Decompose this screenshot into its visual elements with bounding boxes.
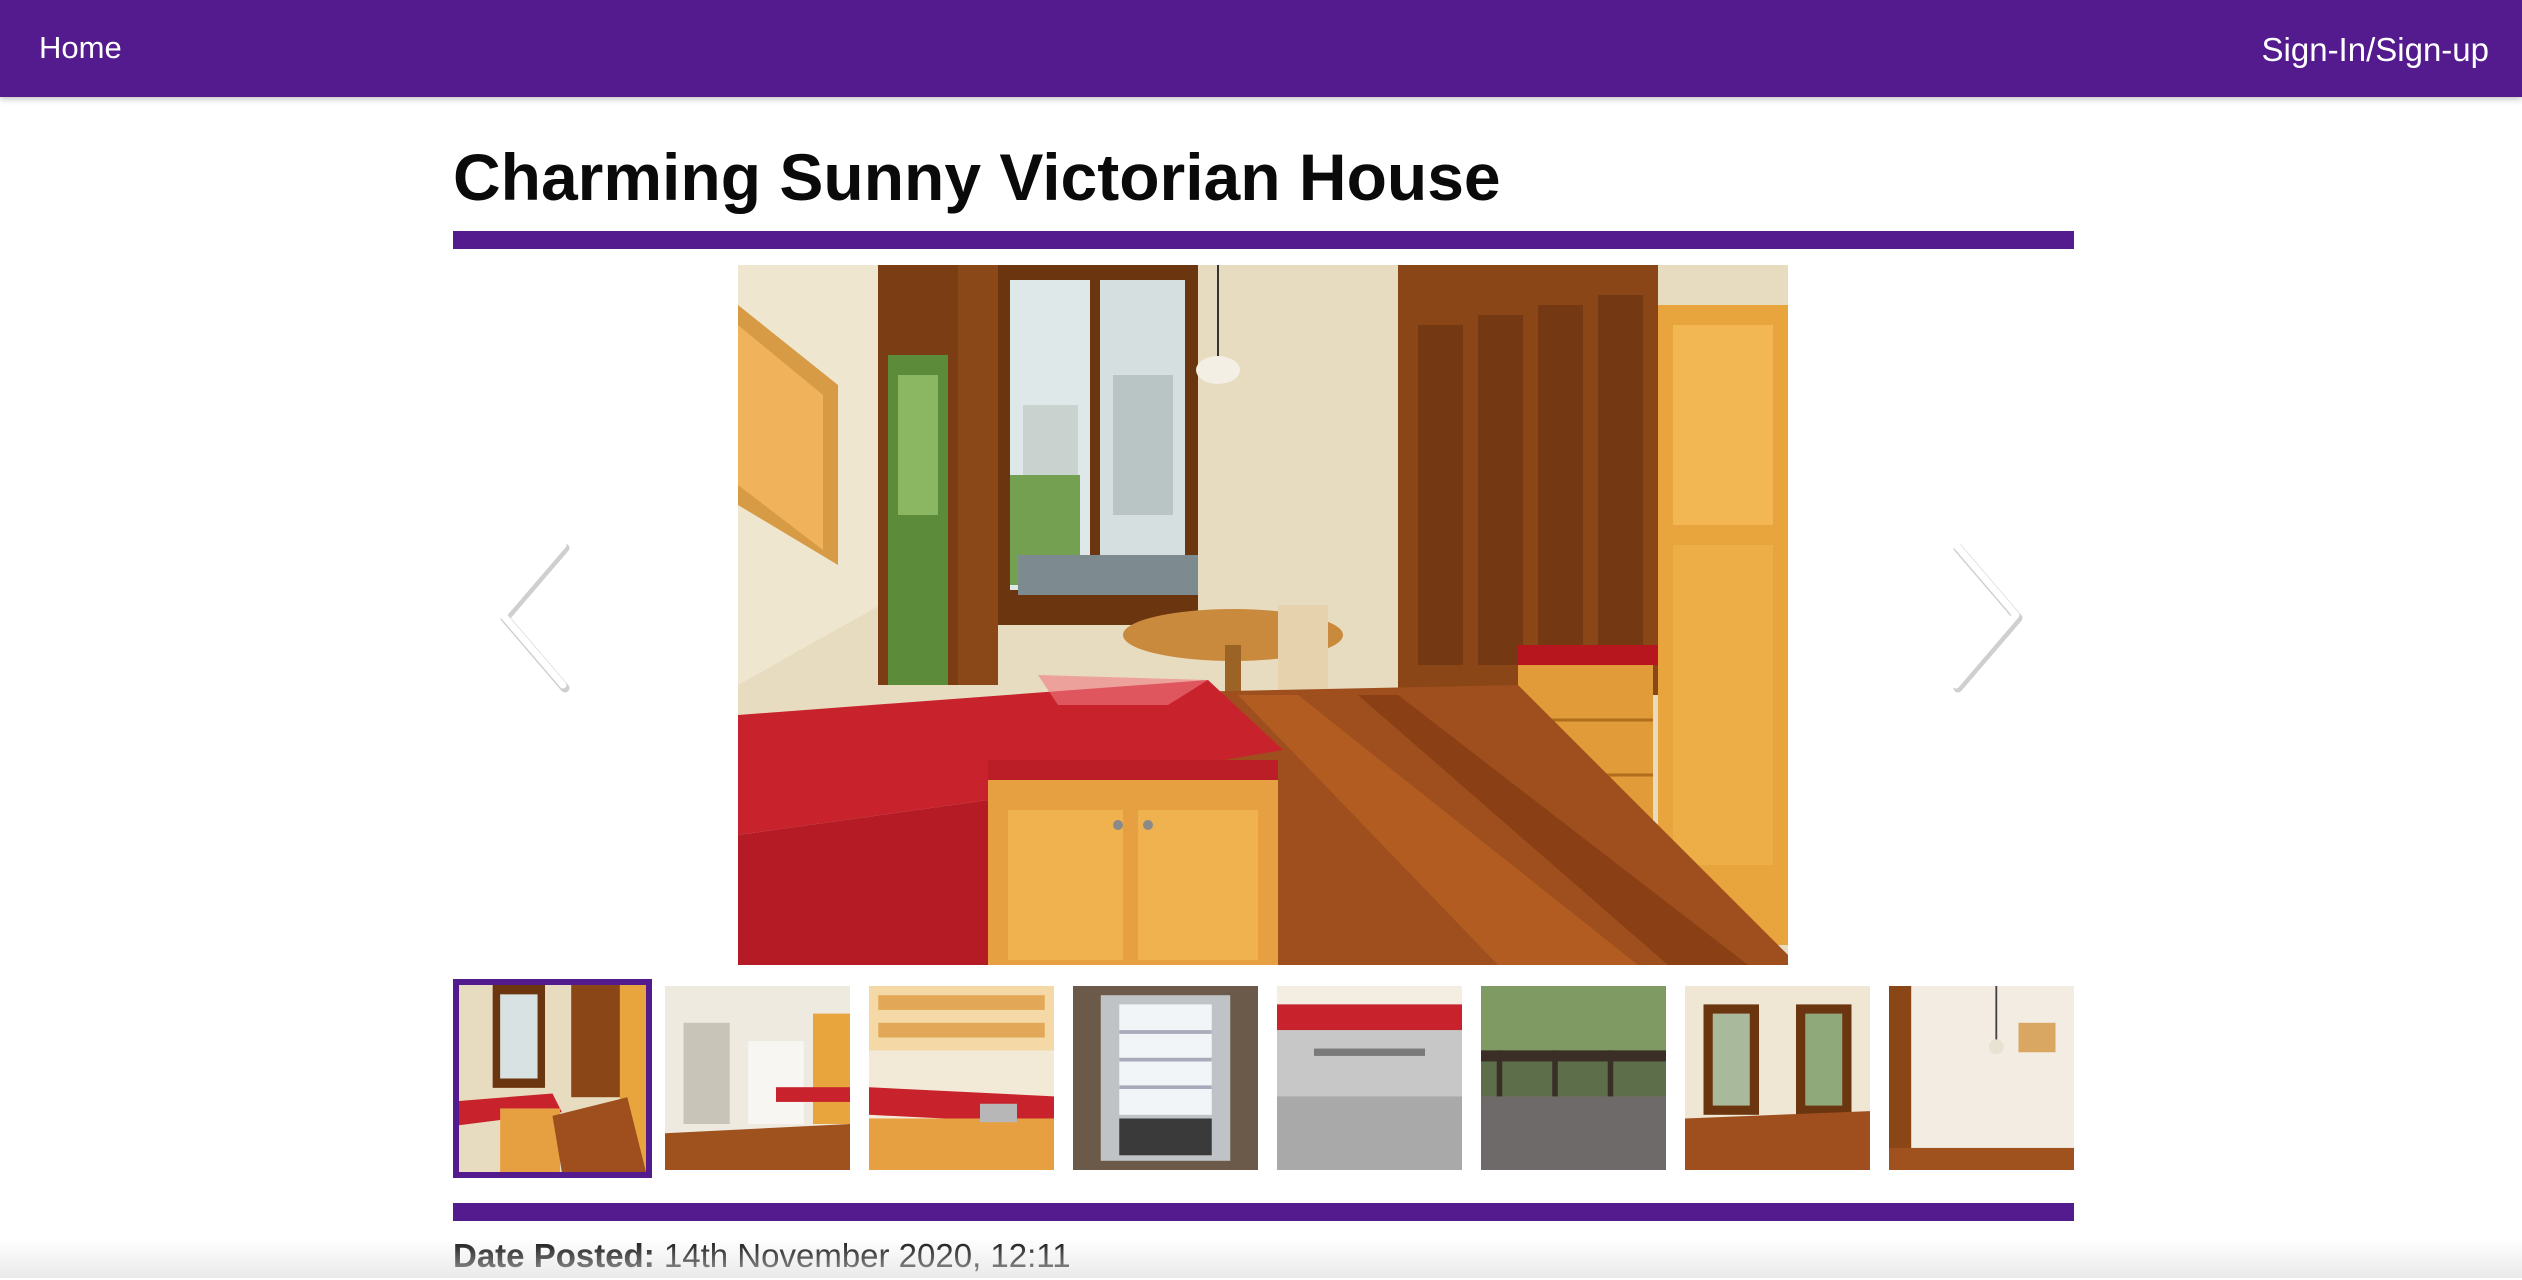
thumbnail-image — [1073, 986, 1258, 1170]
top-navbar: Home Sign-In/Sign-up — [0, 0, 2522, 97]
thumbnail-4[interactable] — [1073, 986, 1258, 1170]
next-photo-button[interactable] — [1938, 535, 2028, 695]
thumbnail-1[interactable] — [453, 979, 652, 1178]
thumbnail-7[interactable] — [1685, 986, 1870, 1170]
chevron-right-icon — [1952, 541, 2023, 693]
kitchen-photo — [738, 265, 1788, 965]
scroll-shadow — [0, 1238, 2522, 1278]
thumbnail-image — [1889, 986, 2074, 1170]
thumbnail-2[interactable] — [665, 986, 850, 1170]
thumbnail-image — [459, 985, 646, 1172]
thumbnail-5[interactable] — [1277, 986, 1462, 1170]
previous-photo-button[interactable] — [491, 535, 581, 695]
thumbnail-image — [665, 986, 850, 1170]
thumbnail-image — [1277, 986, 1462, 1170]
photo-carousel — [453, 265, 2074, 965]
details-divider — [453, 1203, 2074, 1221]
thumbnail-8[interactable] — [1889, 986, 2074, 1170]
chevron-left-icon — [499, 541, 570, 693]
home-link[interactable]: Home — [39, 28, 122, 68]
title-divider — [453, 231, 2074, 249]
thumbnail-strip — [453, 977, 2074, 1178]
thumbnail-3[interactable] — [869, 986, 1054, 1170]
date-posted-label: Date Posted: — [453, 1237, 655, 1274]
date-posted-value: 14th November 2020, 12:11 — [663, 1237, 1071, 1274]
thumbnail-image — [869, 986, 1054, 1170]
page-title: Charming Sunny Victorian House — [453, 140, 1501, 214]
signin-signup-link[interactable]: Sign-In/Sign-up — [2262, 30, 2489, 70]
main-photo — [738, 265, 1788, 965]
thumbnail-image — [1481, 986, 1666, 1170]
thumbnail-image — [1685, 986, 1870, 1170]
thumbnail-6[interactable] — [1481, 986, 1666, 1170]
date-posted: Date Posted: 14th November 2020, 12:11 — [453, 1232, 1071, 1280]
